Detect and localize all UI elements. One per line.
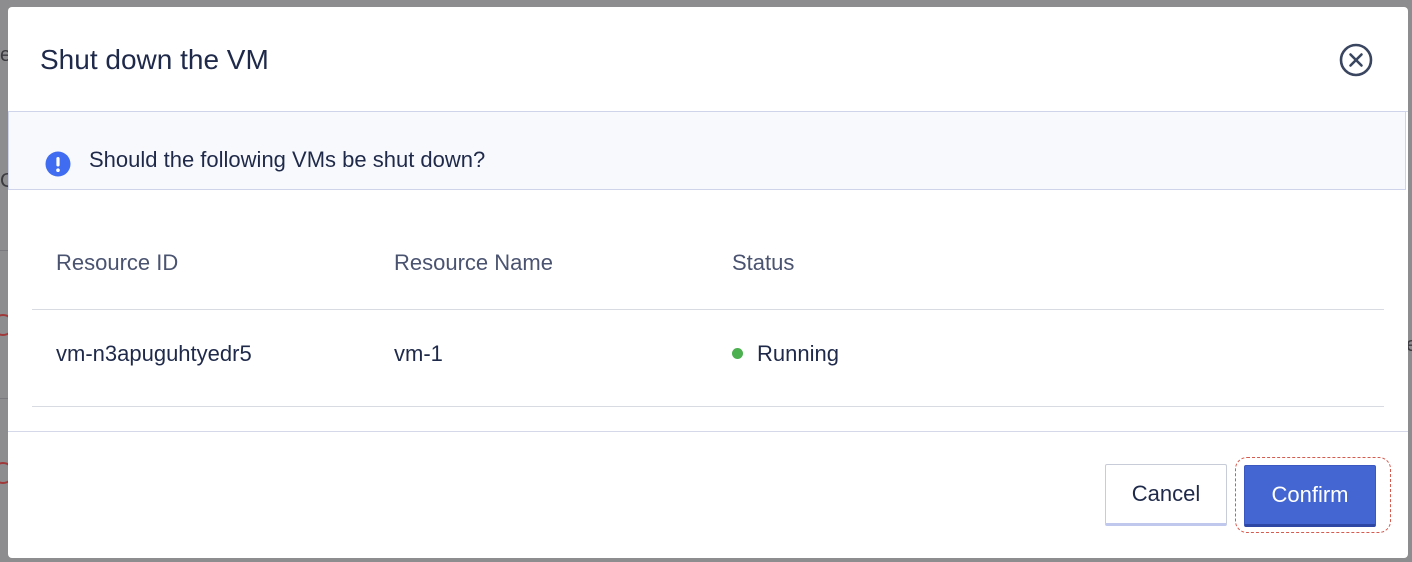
dialog-header: Shut down the VM (8, 7, 1408, 112)
dialog-title: Shut down the VM (40, 44, 269, 75)
shutdown-vm-dialog: Shut down the VM Should the following VM… (8, 7, 1408, 558)
background-divider (0, 398, 8, 399)
cell-status: Running (732, 340, 839, 368)
status-running-dot-icon (732, 347, 743, 359)
table-header-row: Resource ID Resource Name Status (32, 217, 1384, 310)
dialog-footer: Cancel Confirm (8, 431, 1408, 558)
cell-resource-id: vm-n3apuguhtyedr5 (56, 341, 252, 366)
table-row: vm-n3apuguhtyedr5 vm-1 Running (32, 310, 1384, 407)
column-header-resource-name: Resource Name (394, 250, 553, 275)
confirm-button[interactable]: Confirm (1244, 465, 1376, 527)
notice-message: Should the following VMs be shut down? (89, 147, 486, 172)
confirmation-notice: Should the following VMs be shut down? (8, 111, 1406, 190)
vm-table: Resource ID Resource Name Status vm-n3ap… (32, 217, 1384, 407)
close-button[interactable] (1339, 43, 1373, 77)
column-header-resource-id: Resource ID (56, 250, 179, 275)
cell-resource-name: vm-1 (394, 341, 443, 366)
column-header-status: Status (732, 250, 795, 275)
info-exclamation-icon (45, 151, 71, 177)
status-label: Running (757, 341, 839, 366)
cancel-button[interactable]: Cancel (1105, 464, 1227, 526)
background-divider (0, 250, 8, 251)
close-circle-icon (1339, 43, 1373, 77)
